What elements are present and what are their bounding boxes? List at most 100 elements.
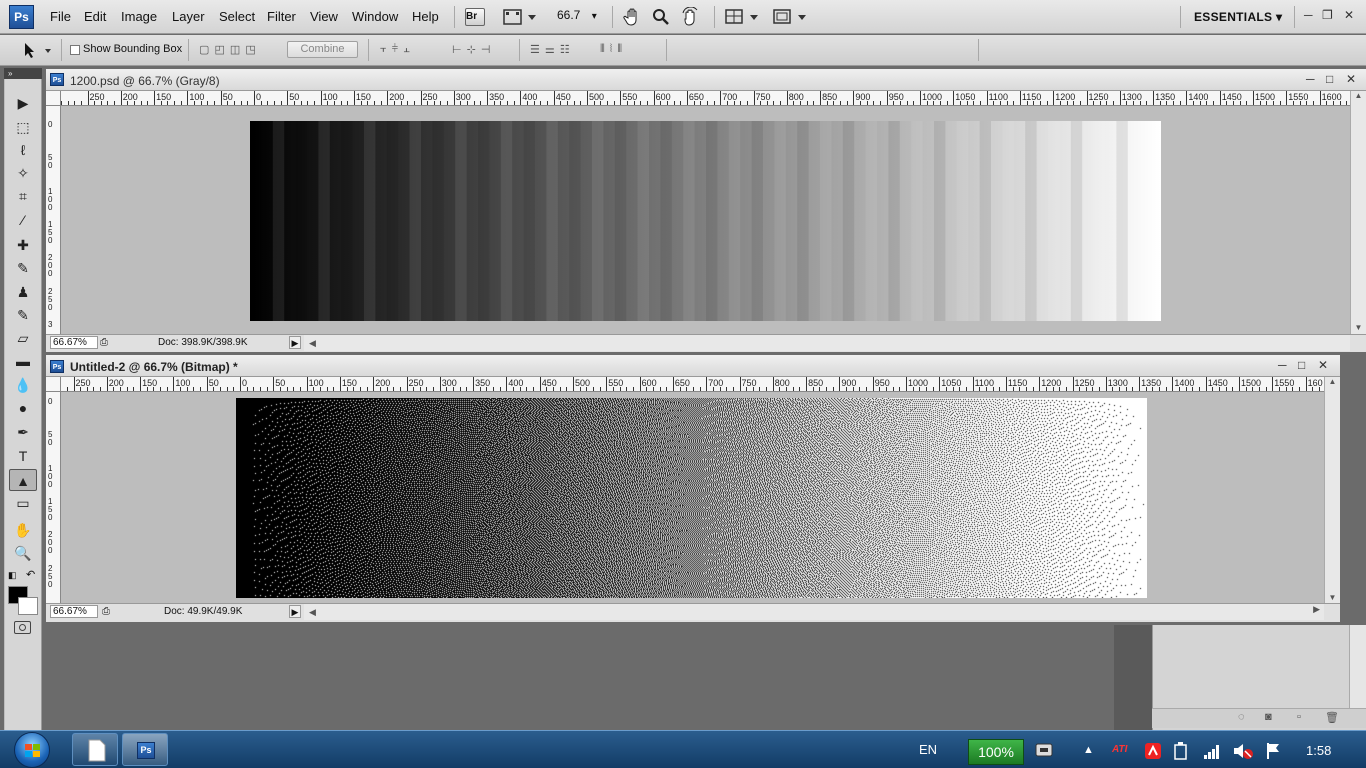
doc1-titlebar[interactable] (46, 69, 1366, 91)
minimize-button[interactable]: ─ (1304, 8, 1313, 22)
show-bounding-box-checkbox[interactable] (70, 45, 80, 55)
start-button[interactable] (14, 732, 50, 768)
background-color-swatch[interactable] (18, 597, 38, 615)
doc1-zoom-field[interactable]: 66.67% (50, 336, 98, 349)
type-tool[interactable]: T (9, 445, 37, 467)
eyedropper-tool[interactable]: ⁄ (9, 209, 37, 231)
default-colors-icon[interactable]: ◧ (8, 570, 17, 581)
doc1-horizontal-scrollbar[interactable]: ◀ (304, 335, 1350, 351)
close-button[interactable]: ✕ (1344, 8, 1354, 22)
doc2-close-button[interactable]: ✕ (1318, 358, 1328, 372)
doc1-status-menu-arrow-icon[interactable]: ▶ (289, 336, 301, 349)
scroll-up-arrow-icon[interactable]: ▲ (1351, 91, 1366, 100)
rotate-view-button[interactable] (680, 6, 702, 27)
scroll-right-arrow-icon[interactable]: ▶ (1313, 604, 1320, 615)
crop-tool[interactable]: ⌗ (9, 185, 37, 207)
scroll-down-arrow-icon[interactable]: ▼ (1325, 593, 1340, 602)
doc2-horizontal-scrollbar[interactable]: ◀ ▶ (304, 604, 1324, 620)
blur-tool[interactable]: 💧 (9, 374, 37, 396)
bridge-button[interactable]: Br (465, 8, 485, 26)
scroll-up-arrow-icon[interactable]: ▲ (1325, 377, 1340, 386)
menu-layer[interactable]: Layer (172, 9, 205, 24)
distribute-horizontal-buttons[interactable]: ⦀ ⦚ ⦀ (600, 43, 623, 56)
brush-tool[interactable]: ✎ (9, 257, 37, 279)
new-layer-icon[interactable]: ▫ (1297, 711, 1301, 723)
workspace-switcher[interactable]: ESSENTIALS ▾ (1194, 10, 1282, 24)
language-indicator[interactable]: EN (919, 742, 937, 757)
hand-tool[interactable]: ✋ (9, 519, 37, 541)
healing-tool[interactable]: ✚ (9, 234, 37, 256)
zoom-tool-button[interactable] (650, 7, 672, 27)
doc2-zoom-field[interactable]: 66.67% (50, 605, 98, 618)
align-vertical-buttons[interactable]: ⫟ ⫩ ⫠ (380, 43, 411, 56)
doc1-minimize-button[interactable]: ─ (1306, 72, 1315, 86)
history-brush-tool[interactable]: ✎ (9, 304, 37, 326)
clone-stamp-tool[interactable]: ♟ (9, 281, 37, 303)
menu-edit[interactable]: Edit (84, 9, 106, 24)
battery-indicator[interactable]: 100% (968, 739, 1024, 765)
doc1-status-icon[interactable]: ⎙ (100, 337, 108, 348)
ati-icon[interactable]: ATI (1112, 744, 1127, 755)
menu-file[interactable]: File (50, 9, 71, 24)
doc2-titlebar[interactable] (46, 355, 1340, 377)
power-plug-icon[interactable] (1172, 741, 1190, 764)
zoom-tool[interactable]: 🔍 (9, 542, 37, 564)
marquee-tool[interactable]: ⬚ (9, 116, 37, 138)
view-extras-button[interactable] (502, 7, 538, 27)
menu-help[interactable]: Help (412, 9, 439, 24)
distribute-vertical-buttons[interactable]: ☰ ⚌ ☷ (530, 43, 571, 56)
panel-scrollbar[interactable] (1349, 625, 1366, 708)
volume-muted-icon[interactable] (1232, 741, 1254, 764)
doc1-close-button[interactable]: ✕ (1346, 72, 1356, 86)
menu-view[interactable]: View (310, 9, 338, 24)
adjustment-layer-icon[interactable]: ◌ (1238, 711, 1245, 723)
doc1-vertical-scrollbar[interactable]: ▲ ▼ (1350, 91, 1366, 334)
gradient-tool[interactable]: ▬ (9, 350, 37, 372)
doc2-ruler-origin[interactable] (46, 377, 61, 392)
network-signal-icon[interactable] (1202, 741, 1222, 764)
align-horizontal-buttons[interactable]: ⊢ ⊹ ⊣ (452, 43, 492, 56)
quick-mask-icon[interactable] (14, 621, 31, 634)
doc2-vertical-scrollbar[interactable]: ▲ ▼ (1324, 377, 1340, 604)
scroll-left-arrow-icon[interactable]: ◀ (309, 338, 316, 348)
swap-colors-icon[interactable]: ↶ (26, 568, 35, 581)
show-hidden-icons-icon[interactable]: ▲ (1083, 744, 1094, 756)
action-center-flag-icon[interactable] (1264, 741, 1284, 764)
path-selection-tool[interactable]: ▲ (9, 469, 37, 491)
hand-tool-button[interactable] (622, 7, 644, 27)
pen-tool[interactable]: ✒ (9, 421, 37, 443)
menu-select[interactable]: Select (219, 9, 255, 24)
lasso-tool[interactable]: ℓ (9, 139, 37, 161)
restore-button[interactable]: ❐ (1322, 8, 1333, 22)
doc2-minimize-button[interactable]: ─ (1278, 358, 1287, 372)
doc1-ruler-origin[interactable] (46, 91, 61, 106)
move-tool[interactable]: ▶ (9, 92, 37, 114)
doc2-maximize-button[interactable]: □ (1298, 358, 1305, 372)
taskbar-photoshop-button[interactable]: Ps (122, 733, 168, 766)
tray-app-icon[interactable] (1034, 741, 1056, 762)
doc2-status-menu-arrow-icon[interactable]: ▶ (289, 605, 301, 618)
screen-mode-button[interactable] (772, 7, 808, 27)
shape-area-buttons[interactable]: ▢ ◰ ◫ ◳ (199, 43, 257, 56)
eraser-tool[interactable]: ▱ (9, 327, 37, 349)
doc2-status-icon[interactable]: ⎙ (102, 606, 110, 617)
menu-window[interactable]: Window (352, 9, 398, 24)
arrange-documents-button[interactable] (724, 7, 760, 27)
shape-tool[interactable]: ▭ (9, 492, 37, 514)
trash-icon[interactable]: 🗑 (1325, 711, 1339, 724)
dodge-tool[interactable]: ● (9, 397, 37, 419)
menu-filter[interactable]: Filter (267, 9, 296, 24)
antivirus-icon[interactable] (1143, 741, 1163, 764)
tool-preset-picker[interactable] (20, 41, 54, 59)
magic-wand-tool[interactable]: ✧ (9, 162, 37, 184)
doc1-maximize-button[interactable]: □ (1326, 72, 1333, 86)
taskbar-explorer-button[interactable] (72, 733, 118, 766)
menu-image[interactable]: Image (121, 9, 157, 24)
combine-button[interactable]: Combine (287, 41, 358, 58)
system-clock[interactable]: 1:58 (1306, 743, 1331, 758)
zoom-level-select[interactable]: 66.7 ▾ (557, 8, 603, 22)
scroll-left-arrow-icon[interactable]: ◀ (309, 607, 316, 617)
tools-panel-grip[interactable]: » (4, 68, 42, 79)
scroll-down-arrow-icon[interactable]: ▼ (1351, 323, 1366, 332)
mask-icon[interactable]: ◙ (1265, 711, 1272, 723)
